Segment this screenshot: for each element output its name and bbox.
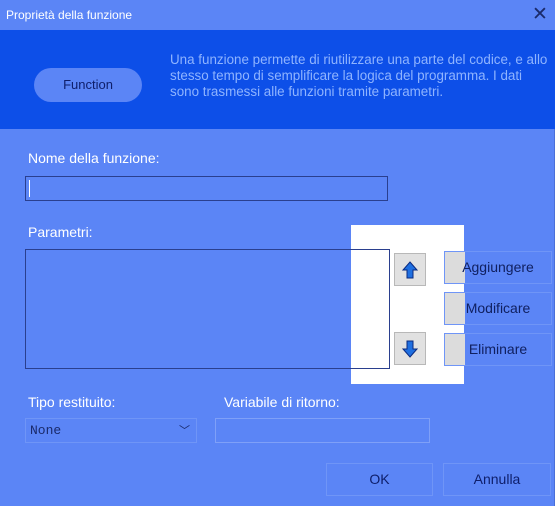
return-variable-label: Variabile di ritorno: (224, 394, 340, 410)
edit-parameter-label: Modificare (465, 300, 531, 316)
text-caret (29, 180, 30, 197)
title-bar: Proprietà della funzione ✕ (0, 0, 555, 30)
edit-parameter-button[interactable]: Modificare (444, 292, 552, 325)
return-type-label: Tipo restituito: (28, 394, 116, 410)
return-type-select[interactable]: None ﹀ (25, 418, 197, 443)
move-up-button[interactable] (394, 253, 426, 286)
return-variable-input[interactable] (215, 418, 430, 443)
delete-parameter-label: Eliminare (468, 341, 528, 357)
parameters-list-edge (351, 249, 390, 369)
delete-parameter-button[interactable]: Eliminare (444, 333, 552, 366)
arrow-down-icon (402, 340, 418, 358)
header-description: Una funzione permette di riutilizzare un… (170, 52, 548, 99)
function-properties-dialog: Proprietà della funzione ✕ Function Una … (0, 0, 555, 506)
close-button[interactable]: ✕ (527, 3, 553, 27)
arrow-up-icon (402, 260, 418, 278)
return-type-value: None (30, 423, 62, 438)
parameters-list[interactable] (25, 249, 390, 369)
close-icon: ✕ (532, 4, 548, 25)
parameters-label: Parametri: (28, 224, 93, 240)
window-title: Proprietà della funzione (6, 8, 133, 22)
function-name-input[interactable] (25, 176, 388, 201)
ok-button[interactable]: OK (326, 463, 433, 496)
button-highlight (445, 334, 465, 365)
move-down-button[interactable] (394, 332, 426, 365)
cancel-button[interactable]: Annulla (443, 463, 551, 496)
add-parameter-label: Aggiungere (462, 259, 534, 275)
chevron-down-icon: ﹀ (179, 424, 190, 437)
add-parameter-button[interactable]: Aggiungere (444, 251, 552, 284)
button-highlight (445, 293, 465, 324)
function-badge: Function (34, 68, 142, 102)
function-name-label: Nome della funzione: (28, 150, 160, 166)
description-header: Function Una funzione permette di riutil… (0, 30, 555, 129)
